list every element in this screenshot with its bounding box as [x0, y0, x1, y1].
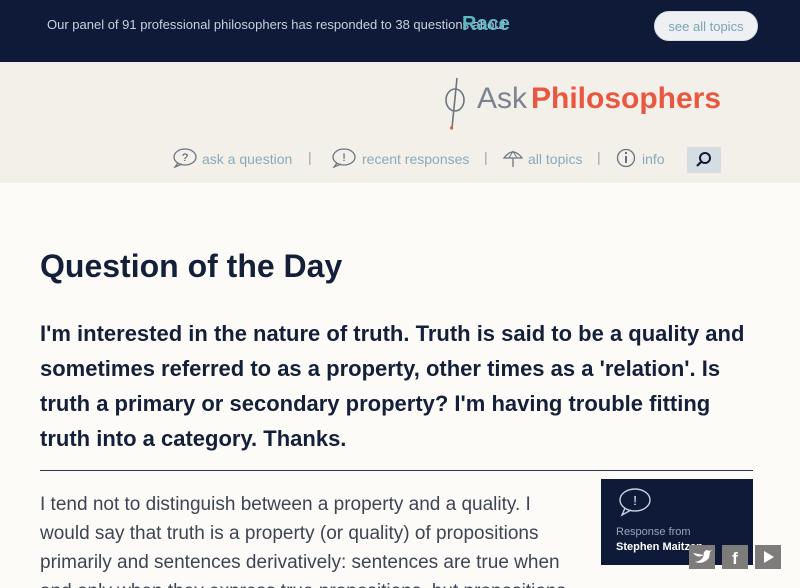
- nav-ask-label: ask a question: [202, 151, 293, 167]
- nav-ask-question[interactable]: ? ask a question: [172, 148, 292, 170]
- youtube-button[interactable]: [755, 545, 781, 569]
- banner-topic-link[interactable]: Race: [462, 13, 510, 36]
- answer-text: I tend not to distinguish between a prop…: [40, 494, 566, 588]
- logo-ask-text[interactable]: Ask: [477, 82, 527, 116]
- nav-separator: |: [597, 149, 601, 165]
- facebook-button[interactable]: f: [722, 545, 748, 569]
- question-bubble-icon: ?: [173, 148, 197, 168]
- exclamation-bubble-icon: !: [332, 148, 356, 168]
- svg-text:f: f: [732, 549, 738, 568]
- facebook-icon: f: [732, 549, 738, 568]
- nav-all-topics[interactable]: all topics: [503, 148, 588, 170]
- nav-separator: |: [308, 149, 312, 165]
- nav-info[interactable]: info: [616, 148, 671, 170]
- see-all-topics-button[interactable]: see all topics: [654, 11, 758, 41]
- svg-text:!: !: [633, 493, 637, 508]
- search-button[interactable]: [687, 147, 721, 173]
- nav-topics-label: all topics: [528, 151, 583, 167]
- site-header: Ask Philosophers ? ask a question | ! re…: [0, 62, 800, 183]
- youtube-icon: [764, 551, 774, 563]
- info-icon: [616, 148, 636, 168]
- umbrella-icon: [503, 150, 523, 167]
- svg-text:!: !: [342, 152, 345, 164]
- svg-text:?: ?: [182, 152, 188, 164]
- page-title: Question of the Day: [40, 248, 343, 284]
- response-from-label: Response from: [616, 526, 691, 538]
- question-text[interactable]: I'm interested in the nature of truth. T…: [40, 316, 760, 456]
- nav-info-label: info: [642, 151, 665, 167]
- twitter-icon: [693, 550, 712, 563]
- divider: [40, 470, 753, 471]
- exclamation-bubble-icon: !: [619, 488, 651, 517]
- phi-logo-icon: [445, 77, 465, 130]
- top-banner: Our panel of 91 professional philosopher…: [0, 0, 800, 62]
- nav-recent-label: recent responses: [362, 151, 470, 167]
- banner-intro-text: Our panel of 91 professional philosopher…: [47, 17, 506, 32]
- nav-separator: |: [484, 149, 488, 165]
- nav-recent-responses[interactable]: ! recent responses: [331, 148, 471, 170]
- logo-philosophers-text[interactable]: Philosophers: [531, 82, 721, 116]
- twitter-button[interactable]: [689, 545, 715, 569]
- search-icon: [696, 152, 711, 167]
